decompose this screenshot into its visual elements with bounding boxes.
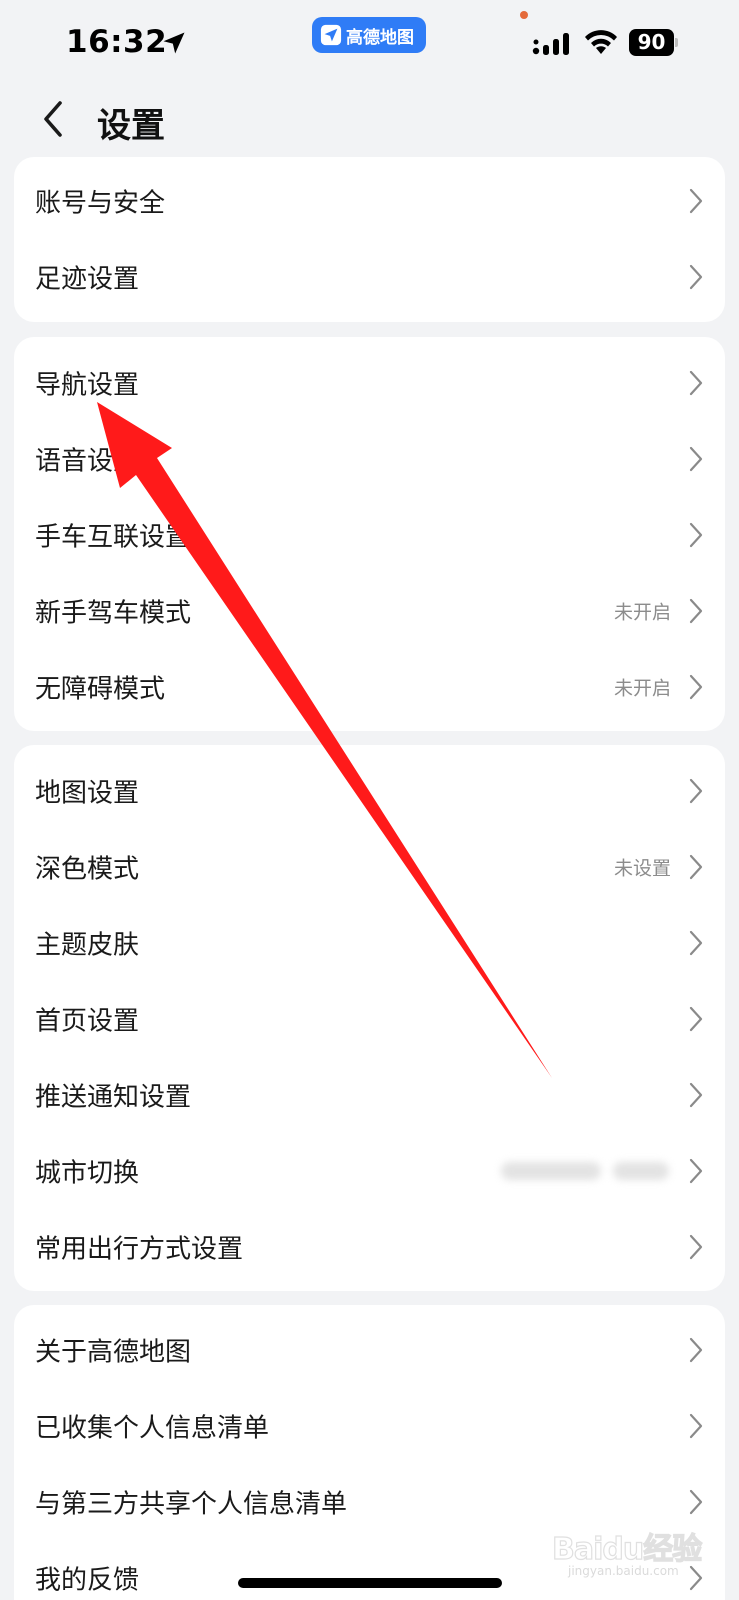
row-label: 新手驾车模式 [35, 598, 192, 629]
settings-row-dark-mode[interactable]: 深色模式 未设置 [14, 837, 725, 897]
chevron-right-icon [689, 674, 703, 700]
chevron-right-icon [689, 930, 703, 956]
settings-row-about[interactable]: 关于高德地图 [14, 1320, 725, 1380]
row-label: 我的反馈 [35, 1565, 140, 1596]
settings-row-theme-skin[interactable]: 主题皮肤 [14, 913, 725, 973]
privacy-indicator-dot [520, 11, 528, 19]
settings-row-city-switch[interactable]: 城市切换 [14, 1141, 725, 1201]
chevron-right-icon [689, 1413, 703, 1439]
status-bar: 16:32 高德地图 90 [0, 0, 739, 88]
status-time: 16:32 [66, 24, 168, 60]
row-label: 关于高德地图 [35, 1337, 192, 1368]
row-label: 城市切换 [35, 1158, 140, 1189]
chevron-right-icon [689, 264, 703, 290]
settings-group-map: 地图设置 深色模式 未设置 主题皮肤 首页设置 推送通知设置 城市切换 常用出行… [14, 745, 725, 1291]
settings-row-car-connect[interactable]: 手车互联设置 [14, 505, 725, 565]
watermark-logo-text: Baidu经验 [551, 1531, 702, 1567]
chevron-right-icon [689, 598, 703, 624]
chevron-right-icon [689, 522, 703, 548]
settings-group-navigation: 导航设置 语音设置 手车互联设置 新手驾车模式 未开启 无障碍模式 未开启 [14, 337, 725, 731]
row-label: 地图设置 [35, 778, 140, 809]
signal-icon [532, 33, 569, 55]
chevron-right-icon [689, 1006, 703, 1032]
settings-row-travel-mode[interactable]: 常用出行方式设置 [14, 1217, 725, 1277]
settings-row-accessibility[interactable]: 无障碍模式 未开启 [14, 657, 725, 717]
battery-icon: 90 [629, 29, 679, 56]
page-header: 设置 [0, 88, 739, 150]
row-status-value: 未设置 [613, 857, 671, 880]
settings-row-footprint[interactable]: 足迹设置 [14, 247, 725, 307]
chevron-right-icon [689, 188, 703, 214]
chevron-right-icon [689, 1337, 703, 1363]
settings-row-map[interactable]: 地图设置 [14, 761, 725, 821]
app-pill[interactable]: 高德地图 [312, 17, 426, 53]
row-label: 语音设置 [35, 446, 140, 477]
battery-level: 90 [629, 29, 674, 56]
baidu-watermark: Baidu经验 jingyan.baidu.com [540, 1510, 720, 1590]
home-indicator[interactable] [238, 1578, 502, 1588]
row-label: 已收集个人信息清单 [35, 1413, 270, 1444]
watermark-url: jingyan.baidu.com [568, 1564, 679, 1578]
row-label: 账号与安全 [35, 188, 166, 219]
row-label: 推送通知设置 [35, 1082, 192, 1113]
row-label: 深色模式 [35, 854, 140, 885]
row-label: 首页设置 [35, 1006, 140, 1037]
row-label: 足迹设置 [35, 264, 140, 295]
row-label: 主题皮肤 [35, 930, 140, 961]
chevron-right-icon [689, 1082, 703, 1108]
battery-cap [675, 38, 678, 47]
settings-row-voice[interactable]: 语音设置 [14, 429, 725, 489]
wifi-icon [585, 30, 617, 54]
settings-row-collected-info[interactable]: 已收集个人信息清单 [14, 1396, 725, 1456]
chevron-right-icon [689, 370, 703, 396]
location-arrow-icon [163, 32, 185, 54]
chevron-right-icon [689, 1158, 703, 1184]
app-pill-label: 高德地图 [346, 27, 414, 48]
settings-row-novice-driving[interactable]: 新手驾车模式 未开启 [14, 581, 725, 641]
settings-row-navigation[interactable]: 导航设置 [14, 353, 725, 413]
back-chevron-icon[interactable] [38, 99, 68, 139]
row-label: 常用出行方式设置 [35, 1234, 244, 1265]
chevron-right-icon [689, 446, 703, 472]
row-label: 手车互联设置 [35, 522, 192, 553]
settings-row-home-page[interactable]: 首页设置 [14, 989, 725, 1049]
chevron-right-icon [689, 1234, 703, 1260]
blurred-city-value [501, 1159, 671, 1183]
settings-group-account: 账号与安全 足迹设置 [14, 157, 725, 322]
app-logo-icon [320, 24, 342, 46]
row-label: 与第三方共享个人信息清单 [35, 1489, 348, 1520]
page-title: 设置 [97, 106, 165, 146]
row-status-value: 未开启 [613, 601, 671, 624]
settings-row-account-security[interactable]: 账号与安全 [14, 171, 725, 231]
row-label: 无障碍模式 [35, 674, 166, 705]
chevron-right-icon [689, 778, 703, 804]
settings-row-push-notifications[interactable]: 推送通知设置 [14, 1065, 725, 1125]
chevron-right-icon [689, 854, 703, 880]
row-label: 导航设置 [35, 370, 140, 401]
row-status-value: 未开启 [613, 677, 671, 700]
